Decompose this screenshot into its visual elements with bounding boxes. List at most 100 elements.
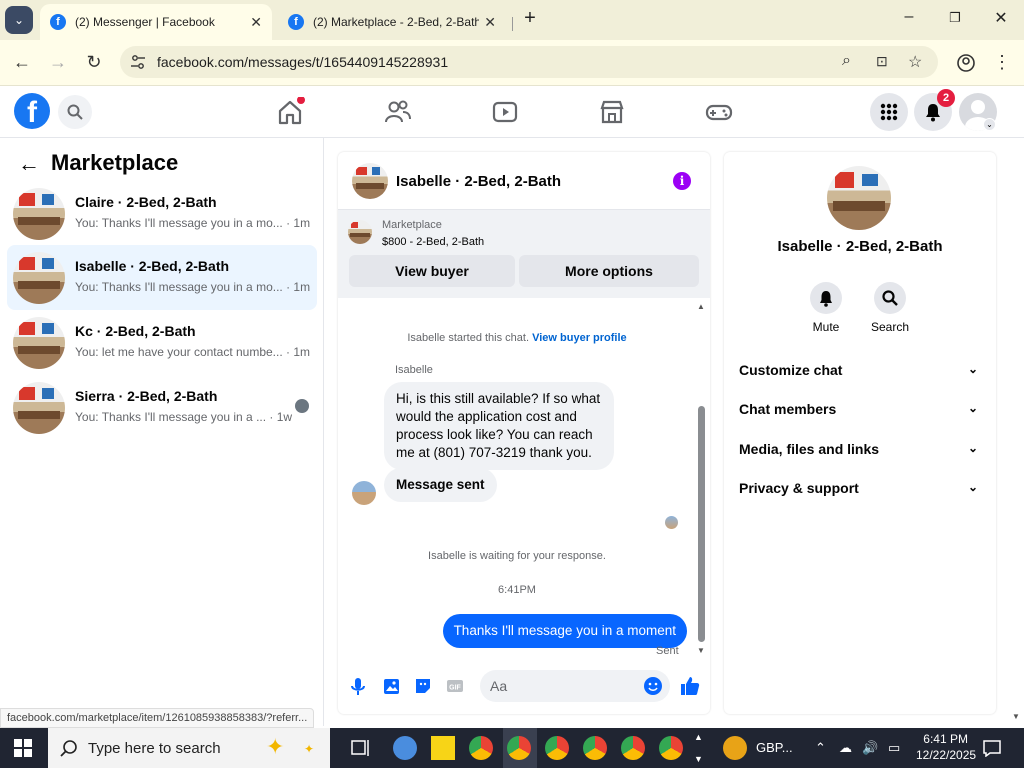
tray-chevron-up-icon[interactable]: ⌃ [815,740,826,756]
customize-chat-row[interactable]: Customize chat ⌄ [739,362,984,382]
chrome-icon[interactable] [545,736,569,760]
message-input[interactable]: Aa [480,670,670,702]
site-info-icon[interactable] [130,54,146,70]
back-icon[interactable]: ← [11,52,33,73]
view-buyer-button[interactable]: View buyer [349,255,515,287]
close-window-button[interactable]: ✕ [986,8,1016,28]
scroll-down-arrow-icon[interactable]: ▼ [697,646,705,655]
scroll-up-arrow-icon[interactable]: ▲ [697,302,705,311]
network-cloud-icon[interactable]: ☁ [839,740,852,756]
message-composer: GIF Aa [338,664,710,712]
tab-search-dropdown-icon[interactable]: ⌄ [5,6,33,34]
display-icon[interactable]: ▭ [888,740,900,756]
chat-title[interactable]: Isabelle · 2-Bed, 2-Bath [396,173,561,190]
mute-label: Mute [812,320,840,334]
sparkle-icon: ✦ [266,734,285,759]
system-clock[interactable]: 6:41 PM 12/22/2025 [916,731,977,763]
tab-messenger[interactable]: f (2) Messenger | Facebook ✕ [40,4,272,40]
incoming-message: Hi, is this still available? If so what … [384,382,614,470]
page-scroll-down-arrow-icon[interactable]: ▼ [1012,712,1020,721]
like-thumb-icon[interactable] [679,675,701,697]
chat-members-row[interactable]: Chat members ⌄ [739,401,984,421]
privacy-support-row[interactable]: Privacy & support ⌄ [739,480,984,500]
back-arrow-icon[interactable]: ← [18,151,40,177]
forward-icon[interactable]: → [47,52,69,73]
listing-thumbnail [13,188,65,240]
bookmark-star-icon[interactable]: ☆ [908,52,922,72]
chat-started-notice: Isabelle started this chat. View buyer p… [407,332,627,344]
photo-icon[interactable] [381,676,401,696]
home-icon[interactable] [275,97,305,127]
waiting-notice: Isabelle is waiting for your response. [428,550,606,562]
browser-menu-icon[interactable]: ⋮ [991,52,1013,73]
friends-icon[interactable] [383,97,413,127]
listing-price: $800 - 2-Bed, 2-Bath [382,236,485,248]
conversation-name: Claire · 2-Bed, 2-Bath [75,194,217,210]
chrome-icon[interactable] [469,736,493,760]
close-tab-icon[interactable]: ✕ [484,14,496,31]
facebook-logo[interactable]: f [14,93,50,129]
mute-button[interactable]: Mute [796,282,856,334]
chrome-icon[interactable] [659,736,683,760]
chevron-down-icon: ⌄ [967,362,978,376]
clock-date: 12/22/2025 [916,748,977,762]
search-icon [882,290,898,306]
currency-widget-text[interactable]: GBP... [756,740,793,755]
task-view-icon[interactable] [349,736,373,760]
gif-icon[interactable]: GIF [445,676,465,696]
restore-button[interactable]: ❐ [940,10,970,26]
reload-icon[interactable]: ↻ [83,52,105,73]
windows-start-icon[interactable] [14,739,32,757]
new-tab-button[interactable]: + [515,7,545,30]
install-app-icon[interactable]: ⊡ [876,53,888,70]
chrome-icon[interactable] [507,736,531,760]
emoji-icon[interactable] [644,677,662,695]
sticky-notes-icon[interactable] [431,736,455,760]
scroll-down-arrow-icon[interactable]: ▼ [694,754,703,764]
chevron-down-icon[interactable]: ⌄ [983,118,996,131]
app-icon[interactable] [393,736,417,760]
search-in-chat-button[interactable]: Search [860,282,920,334]
conversation-preview: You: Thanks I'll message you in a mo... … [75,280,311,294]
gaming-icon[interactable] [704,97,734,127]
search-icon [60,740,77,757]
menu-grid-icon[interactable] [870,93,908,131]
conversation-item[interactable]: Kc · 2-Bed, 2-Bath You: let me have your… [7,310,317,375]
search-icon[interactable] [58,95,92,129]
marketplace-icon[interactable] [597,97,627,127]
taskbar-search-box[interactable]: Type here to search ✦ ✦ [48,728,330,768]
notification-center-icon[interactable] [982,739,1002,757]
volume-icon[interactable]: 🔊 [862,740,878,756]
conversation-item[interactable]: Isabelle · 2-Bed, 2-Bath You: Thanks I'l… [7,245,317,310]
message-timestamp: 6:41PM [498,584,536,596]
facebook-favicon-icon: f [50,14,66,30]
message-scrollbar[interactable]: ▲ ▼ [696,302,706,656]
chrome-icon[interactable] [621,736,645,760]
tab-marketplace[interactable]: f (2) Marketplace - 2-Bed, 2-Bath ✕ [278,4,506,40]
message-thread: Isabelle started this chat. View buyer p… [338,298,710,660]
minimize-button[interactable]: – [894,8,924,26]
address-bar[interactable]: facebook.com/messages/t/1654409145228931… [120,46,938,78]
close-tab-icon[interactable]: ✕ [250,14,262,31]
scroll-up-arrow-icon[interactable]: ▲ [694,732,703,742]
currency-widget-icon[interactable] [723,736,747,760]
zoom-icon[interactable]: ⌕ [842,52,851,70]
url-text[interactable]: facebook.com/messages/t/1654409145228931 [157,54,448,70]
profile-avatar[interactable] [827,166,891,230]
chrome-icon[interactable] [583,736,607,760]
tab-label: (2) Messenger | Facebook [75,15,215,29]
sticker-icon[interactable] [413,676,433,696]
media-files-links-row[interactable]: Media, files and links ⌄ [739,441,984,461]
conversation-item[interactable]: Sierra · 2-Bed, 2-Bath You: Thanks I'll … [7,375,317,440]
conversation-item[interactable]: Claire · 2-Bed, 2-Bath You: Thanks I'll … [7,181,317,246]
search-label: Search [870,320,910,334]
more-options-button[interactable]: More options [519,255,699,287]
profile-icon[interactable] [956,53,976,73]
scrollbar-thumb[interactable] [698,406,705,642]
info-icon[interactable]: i [673,172,691,190]
view-buyer-profile-link[interactable]: View buyer profile [532,332,627,344]
microphone-icon[interactable] [348,676,368,696]
video-icon[interactable] [490,97,520,127]
facebook-header: f 2 ⌄ [0,86,1024,138]
chat-avatar[interactable] [352,163,388,199]
